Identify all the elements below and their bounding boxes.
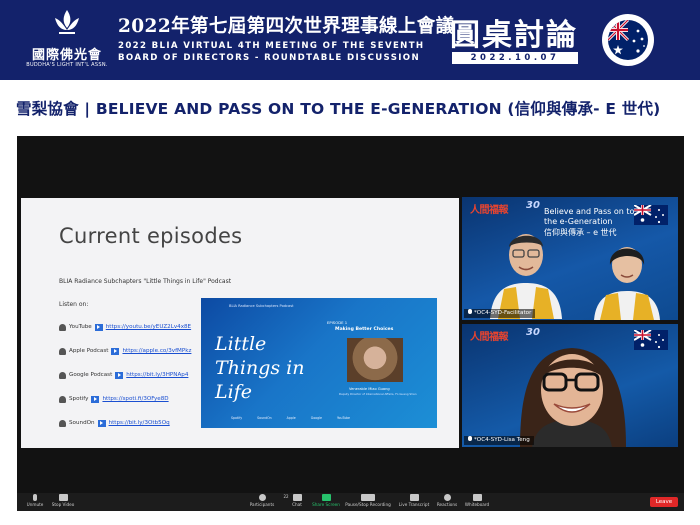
- podcast-cover: BLIA Radiance Subchapters Podcast Little…: [201, 298, 437, 428]
- participant-name-tag: *OC4-SYD-Facilitator: [464, 309, 536, 318]
- whiteboard-label: Whiteboard: [464, 502, 490, 507]
- chat-label: Chat: [292, 502, 302, 507]
- logo-subtext: BUDDHA'S LIGHT INT'L ASSN.: [26, 62, 108, 68]
- stop-video-button[interactable]: Stop Video: [49, 494, 77, 507]
- platform-link[interactable]: https://apple.co/3vfMPkz: [122, 348, 191, 354]
- play-icon: [111, 347, 120, 355]
- cover-brand: BLIA Radiance Subchapters Podcast: [229, 304, 294, 308]
- play-icon: [115, 371, 124, 379]
- platform-name: SoundOn: [69, 420, 95, 426]
- platform-row-apple: Apple Podcast https://apple.co/3vfMPkz: [59, 346, 191, 356]
- logo-text: 國際佛光會: [31, 48, 102, 63]
- mic-icon: [468, 436, 472, 441]
- share-screen-label: Share Screen: [312, 502, 340, 507]
- zoom-meeting-window: Current episodes BLIA Radiance Subchapte…: [17, 136, 684, 511]
- podcast-description: BLIA Radiance Subchapters "Little Things…: [59, 278, 232, 285]
- pause-recording-label: Pause/Stop Recording: [345, 502, 391, 507]
- closed-caption-icon: [409, 494, 419, 501]
- reactions-label: Reactions: [436, 502, 458, 507]
- smiley-icon: [443, 494, 451, 501]
- unmute-button[interactable]: Unmute: [23, 494, 47, 507]
- platform-row-soundon: SoundOn https://bit.ly/3Otb5Oq: [59, 418, 170, 428]
- cover-speaker-desc: Deputy Director of International Affairs…: [339, 392, 417, 396]
- banner-title-en-2: BOARD OF DIRECTORS - ROUNDTABLE DISCUSSI…: [118, 53, 420, 63]
- platform-link[interactable]: https://youtu.be/yEUZ2Lv4x8E: [106, 324, 191, 330]
- tile-logo-30: 30: [526, 200, 540, 211]
- platform-row-spotify: Spotify https://spoti.fi/3OFye8D: [59, 394, 169, 404]
- platform-name: Google Podcast: [69, 372, 113, 378]
- event-date: 2022.10.07: [452, 52, 578, 64]
- whiteboard-button[interactable]: Whiteboard: [463, 494, 491, 507]
- cover-speaker: Venerable Miao Guang: [349, 387, 390, 391]
- chat-bubble-icon: [292, 494, 302, 501]
- shared-screen-slide: Current episodes BLIA Radiance Subchapte…: [21, 198, 459, 448]
- chat-button[interactable]: Chat: [289, 494, 305, 507]
- pause-recording-icon: [361, 494, 375, 501]
- headphones-icon: [59, 371, 66, 379]
- participant-lisa: [520, 348, 626, 447]
- participant-woman: [594, 247, 660, 320]
- headphones-icon: [59, 347, 66, 355]
- platform-name: Spotify: [69, 396, 89, 402]
- headphones-icon: [59, 419, 66, 427]
- event-banner: 國際佛光會 BUDDHA'S LIGHT INT'L ASSN. 2022年第七…: [0, 0, 700, 80]
- play-icon: [97, 419, 106, 427]
- tile-logo: 人間福報: [470, 205, 509, 216]
- reactions-button[interactable]: Reactions: [435, 494, 459, 507]
- cover-episode: EPISODE 1: [327, 320, 348, 325]
- platform-name: Apple Podcast: [69, 348, 109, 354]
- play-icon: [94, 323, 103, 331]
- platform-name: YouTube: [69, 324, 92, 330]
- slide-title: Current episodes: [59, 224, 243, 248]
- cover-episode-title: Making Better Choices: [335, 327, 394, 332]
- stop-video-label: Stop Video: [51, 502, 75, 507]
- mic-icon: [468, 309, 472, 314]
- live-transcript-button[interactable]: Live Transcript: [397, 494, 431, 507]
- live-transcript-label: Live Transcript: [398, 502, 430, 507]
- cover-title: Little Things in Life: [215, 333, 305, 403]
- platform-link[interactable]: https://bit.ly/3Otb5Oq: [109, 420, 170, 426]
- australia-flag-icon: [634, 205, 668, 225]
- microphone-muted-icon: [33, 494, 37, 501]
- roundtable-title: 圓桌討論: [450, 18, 578, 53]
- play-icon: [91, 395, 100, 403]
- share-screen-button[interactable]: Share Screen: [309, 494, 343, 507]
- participants-icon: [258, 494, 266, 501]
- blia-logo: 國際佛光會 BUDDHA'S LIGHT INT'L ASSN.: [22, 8, 112, 72]
- platform-row-google: Google Podcast https://bit.ly/3HPNAp4: [59, 370, 188, 380]
- headphones-icon: [59, 395, 66, 403]
- session-heading: 雪梨協會 | BELIEVE AND PASS ON TO THE E-GENE…: [16, 100, 661, 118]
- listen-on-label: Listen on:: [59, 301, 89, 308]
- video-tile-lisa-teng[interactable]: 人間福報 30 *OC4-SYD-Lisa Teng: [462, 324, 678, 447]
- participants-button[interactable]: Participants: [246, 494, 278, 507]
- unmute-label: Unmute: [26, 502, 44, 507]
- participant-name: *OC4-SYD-Lisa Teng: [474, 437, 530, 443]
- video-tile-facilitator[interactable]: 人間福報 30 Believe and Pass on to the e-Gen…: [462, 197, 678, 320]
- participant-man: [490, 234, 562, 319]
- platform-link[interactable]: https://spoti.fi/3OFye8D: [102, 396, 168, 402]
- platform-row-youtube: YouTube https://youtu.be/yEUZ2Lv4x8E: [59, 322, 191, 332]
- australia-flag-icon: [602, 14, 654, 66]
- leave-button[interactable]: Leave: [650, 497, 678, 507]
- platform-link[interactable]: https://bit.ly/3HPNAp4: [126, 372, 188, 378]
- participant-name-tag: *OC4-SYD-Lisa Teng: [464, 436, 534, 445]
- pause-recording-button[interactable]: Pause/Stop Recording: [345, 494, 391, 507]
- cover-platform-logos: Spotify SoundOn Apple Google YouTube: [231, 416, 350, 420]
- lotus-emblem-icon: [55, 10, 79, 34]
- headphones-icon: [59, 323, 66, 331]
- banner-title-zh: 2022年第七屆第四次世界理事線上會議: [118, 16, 455, 37]
- video-camera-icon: [58, 494, 68, 501]
- speaker-photo: [347, 338, 403, 382]
- whiteboard-icon: [472, 494, 482, 501]
- share-screen-icon: [321, 494, 331, 501]
- meeting-toolbar: Unmute Stop Video Participants 22 Chat S…: [17, 493, 684, 511]
- participant-name: *OC4-SYD-Facilitator: [474, 310, 532, 316]
- banner-title-en-1: 2022 BLIA VIRTUAL 4TH MEETING OF THE SEV…: [118, 41, 425, 51]
- participants-label: Participants: [249, 502, 275, 507]
